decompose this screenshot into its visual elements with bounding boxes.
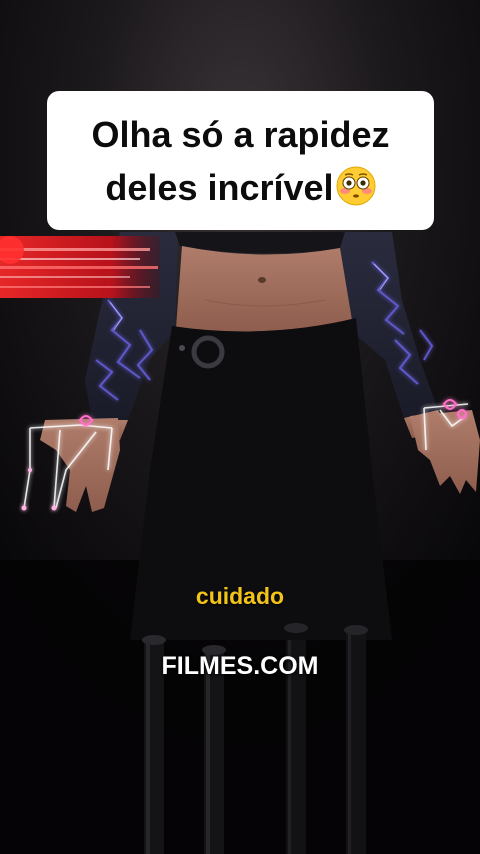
- subtitle-yellow: cuidado: [195, 583, 285, 609]
- torso: [176, 246, 352, 332]
- flushed-face-emoji-icon: [336, 166, 376, 205]
- caption-text: Olha só a rapidez deles incrível: [91, 108, 389, 214]
- red-glitch-bar: [0, 236, 160, 298]
- caption-card: Olha só a rapidez deles incrível: [47, 91, 434, 230]
- subtitle-white: FILMES.COM: [161, 652, 319, 680]
